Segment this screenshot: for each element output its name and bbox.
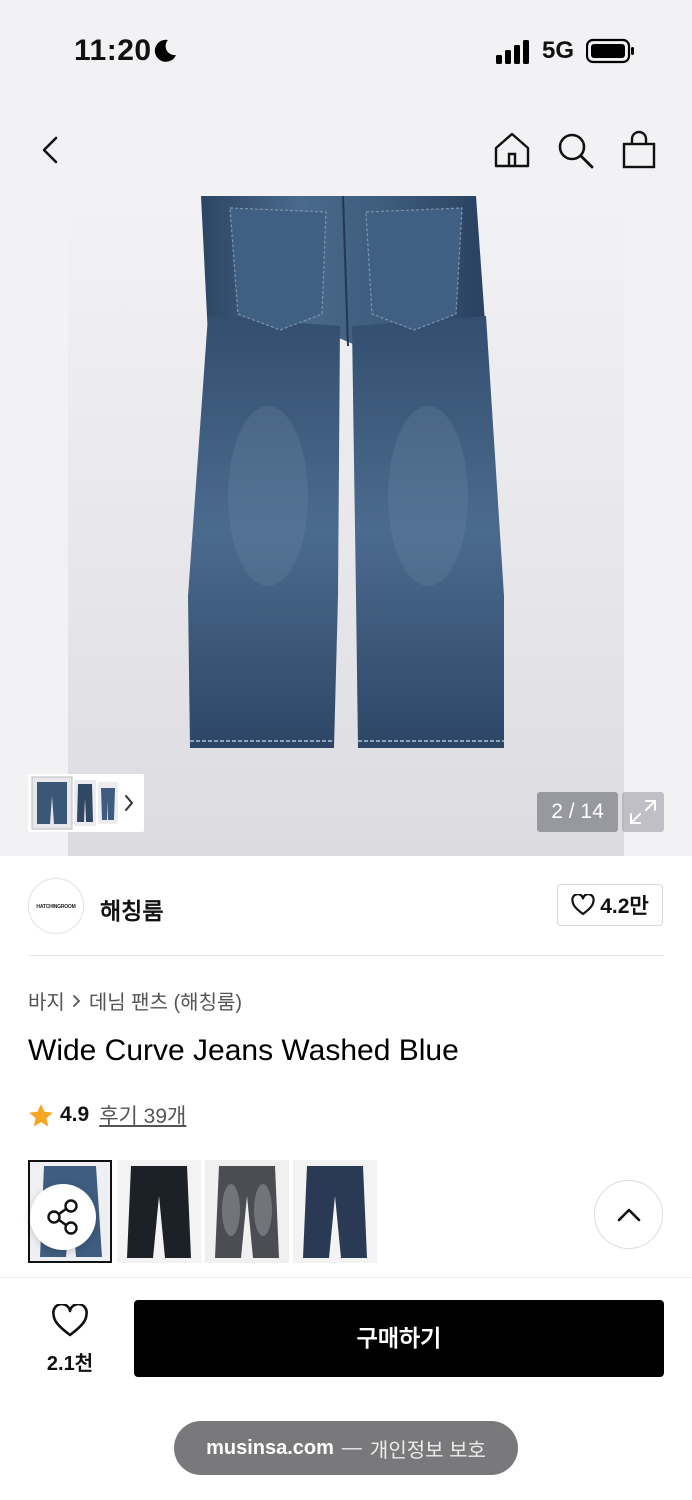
swatch-image [205,1160,289,1263]
privacy-label: 개인정보 보호 [369,1439,486,1462]
product-photo[interactable] [68,196,624,856]
status-bar: 11:20 5G [0,0,692,100]
status-time: 11:20 [74,34,152,67]
heart-icon [571,894,595,916]
product-like-button[interactable]: 2.1천 [40,1302,100,1376]
home-icon[interactable] [492,130,532,170]
brand-like-count: 4.2만 [600,895,649,918]
breadcrumb-category[interactable]: 바지 [28,986,65,1015]
browser-url-pill[interactable]: musinsa.com — 개인정보 보호 [174,1421,518,1475]
color-swatch-grey[interactable] [205,1160,289,1263]
brand-row[interactable]: HATCHINGROOM 해칭룸 4.2만 [0,856,692,956]
expand-gallery-button[interactable] [622,792,664,832]
shopping-bag-icon[interactable] [619,130,659,170]
search-icon[interactable] [555,130,595,170]
brand-logo[interactable]: HATCHINGROOM [28,878,84,934]
product-gallery[interactable]: 2 / 14 [0,196,692,856]
product-title: Wide Curve Jeans Washed Blue [28,1034,459,1067]
share-button[interactable] [30,1184,96,1250]
star-icon [29,1103,53,1126]
thumbnail-strip[interactable] [28,774,144,832]
scroll-to-top-button[interactable] [594,1180,663,1249]
swatch-image [117,1160,201,1263]
color-swatch-navy[interactable] [293,1160,377,1263]
url-host: musinsa.com [206,1436,334,1459]
bottom-action-bar: 2.1천 구매하기 musinsa.com — 개인정보 보호 [0,1277,692,1500]
product-rating: 4.9 후기 39개 [28,1100,186,1130]
chevron-right-icon [125,795,134,811]
color-swatch-black[interactable] [117,1160,201,1263]
back-icon[interactable] [32,130,72,170]
rating-score: 4.9 [60,1103,90,1126]
url-separator: — [341,1436,362,1459]
buy-button[interactable]: 구매하기 [134,1300,664,1377]
share-icon [47,1199,78,1235]
product-like-count: 2.1천 [46,1353,94,1375]
review-count-link[interactable]: 후기 39개 [99,1100,186,1130]
expand-icon [630,800,656,824]
chevron-up-icon [617,1208,641,1222]
network-type: 5G [542,37,575,64]
top-nav [0,100,692,196]
gallery-page-counter: 2 / 14 [537,792,618,832]
jeans-image [188,196,504,748]
moon-icon [154,39,176,62]
breadcrumb-subcategory[interactable]: 데님 팬츠 (해칭룸) [89,986,242,1015]
chevron-right-icon [72,994,81,1007]
swatch-image [293,1160,377,1263]
battery-icon [586,38,634,64]
signal-icon [496,40,529,64]
divider [28,955,664,956]
heart-icon [52,1302,88,1337]
brand-name[interactable]: 해칭룸 [100,892,163,926]
brand-like-button[interactable]: 4.2만 [557,884,663,926]
breadcrumb: 바지 데님 팬츠 (해칭룸) [28,986,242,1015]
